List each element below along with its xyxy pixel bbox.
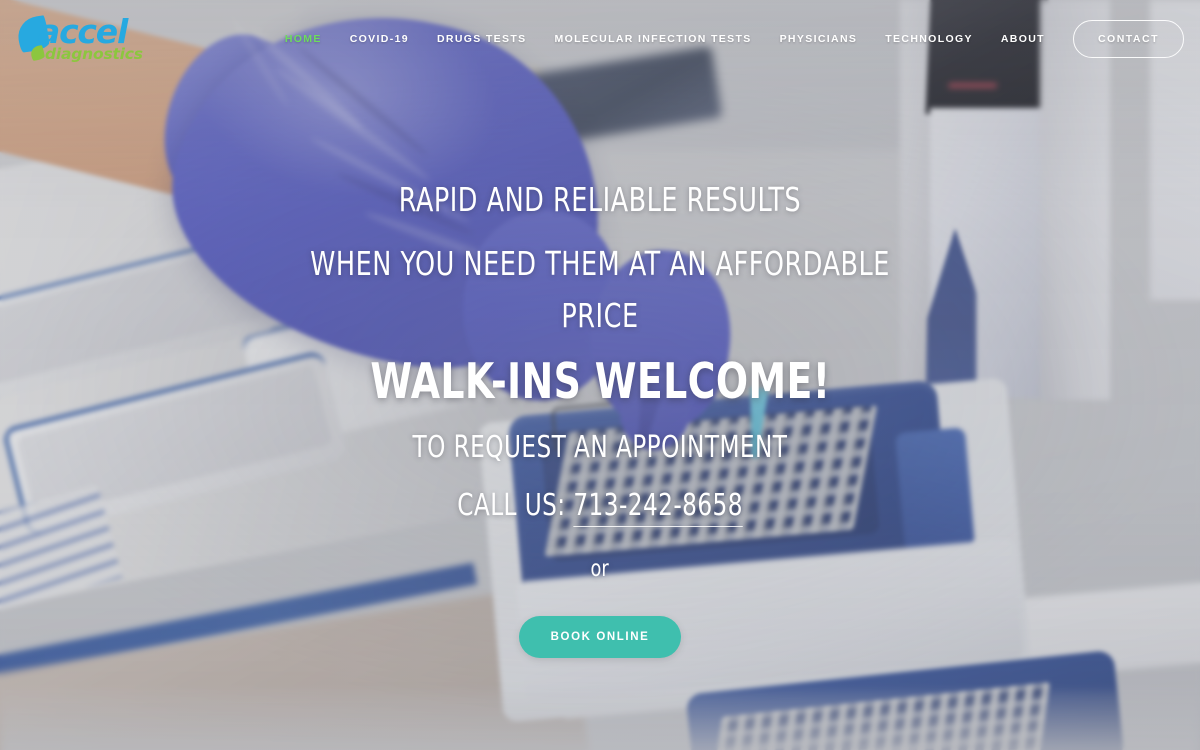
nav-item-about[interactable]: ABOUT <box>987 33 1059 45</box>
book-online-button[interactable]: BOOK ONLINE <box>518 616 682 658</box>
hero-headline-secondary: WHEN YOU NEED THEM AT AN AFFORDABLE PRIC… <box>310 244 890 335</box>
contact-button[interactable]: CONTACT <box>1072 20 1184 58</box>
hero-page: accel diagnostics HOME COVID-19 DRUGS TE… <box>0 0 1200 750</box>
hero-or-separator: or <box>590 556 610 582</box>
nav-item-technology[interactable]: TECHNOLOGY <box>871 33 987 45</box>
site-header: accel diagnostics HOME COVID-19 DRUGS TE… <box>0 0 1200 78</box>
nav-item-physicians[interactable]: PHYSICIANS <box>766 33 872 45</box>
phone-number-link[interactable]: 713-242-8658 <box>573 488 743 527</box>
hero-walkins-headline: WALK-INS WELCOME! <box>370 353 830 410</box>
hero-call-line: CALL US: 713-242-8658 <box>457 486 743 527</box>
brand-logo[interactable]: accel diagnostics <box>14 13 146 65</box>
nav-item-drugs-tests[interactable]: DRUGS TESTS <box>423 33 541 45</box>
call-us-label: CALL US: <box>457 488 574 523</box>
brand-name-secondary: diagnostics <box>45 45 143 63</box>
nav-item-home[interactable]: HOME <box>271 33 336 45</box>
hero-headline-primary: RAPID AND RELIABLE RESULTS <box>398 180 802 219</box>
nav-item-covid-19[interactable]: COVID-19 <box>336 33 423 45</box>
main-navigation: HOME COVID-19 DRUGS TESTS MOLECULAR INFE… <box>271 20 1184 58</box>
hero-content: RAPID AND RELIABLE RESULTS WHEN YOU NEED… <box>0 0 1200 750</box>
nav-item-molecular-infection-tests[interactable]: MOLECULAR INFECTION TESTS <box>540 33 765 45</box>
hero-appointment-text: TO REQUEST AN APPOINTMENT <box>412 430 788 465</box>
